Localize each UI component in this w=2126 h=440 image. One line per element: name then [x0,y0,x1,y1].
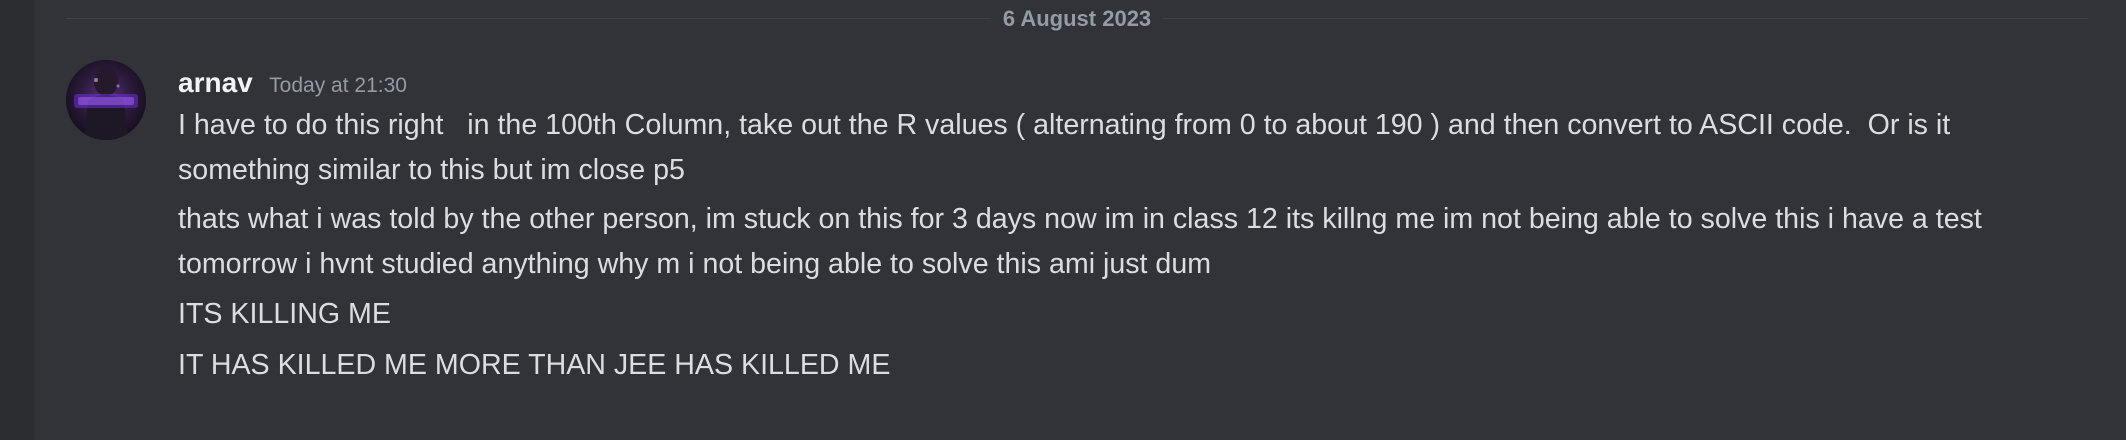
avatar[interactable] [66,60,146,140]
message-text: I have to do this right in the 100th Col… [178,109,1959,186]
date-divider: 6 August 2023 [66,8,2088,30]
message-text: IT HAS KILLED ME MORE THAN JEE HAS KILLE… [178,349,891,381]
chat-view: 6 August 2023 arnav Today at 21:30 I hav… [0,0,2126,440]
message-text: thats what i was told by the other perso… [178,203,1990,280]
message-list: I have to do this right in the 100th Col… [178,103,2038,388]
dark-purple-avatar-icon [66,60,146,140]
message-header: arnav Today at 21:30 [178,66,407,100]
username[interactable]: arnav [178,67,253,98]
left-rail [0,0,34,440]
timestamp[interactable]: Today at 21:30 [269,74,407,97]
date-divider-label: 6 August 2023 [990,8,1164,30]
message-text: ITS KILLING ME [178,298,391,330]
